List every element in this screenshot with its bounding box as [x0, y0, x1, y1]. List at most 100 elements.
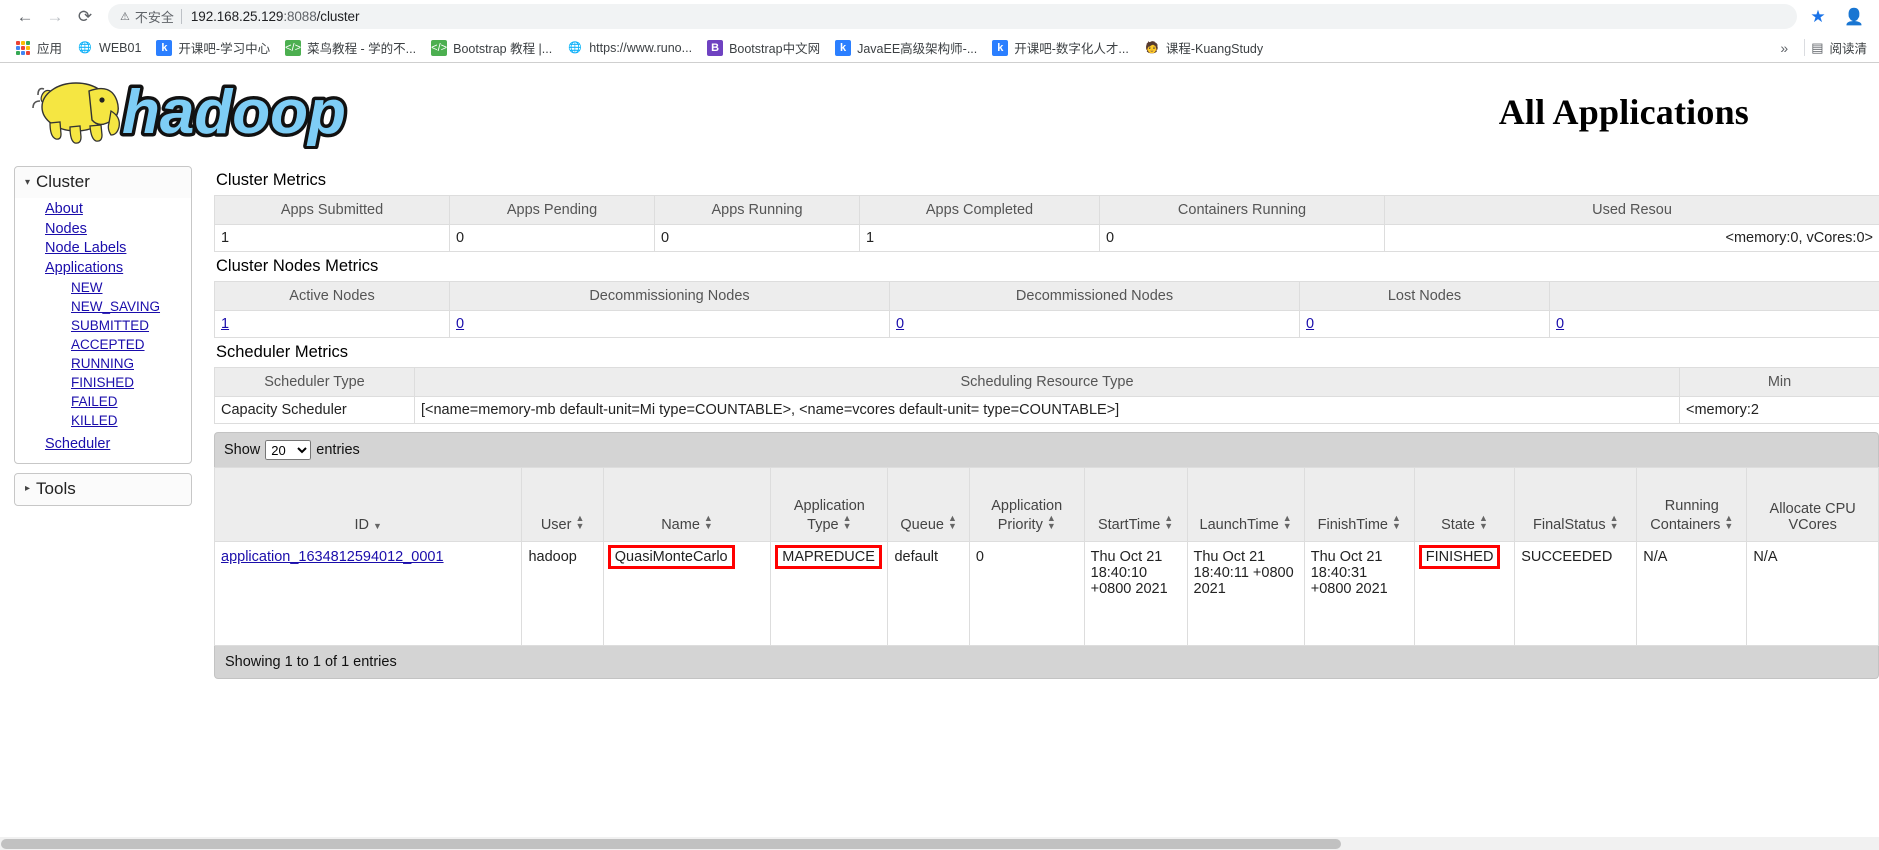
- bookmark-runoob-url[interactable]: 🌐 https://www.runo...: [560, 38, 699, 58]
- col-queue[interactable]: Queue ▲ ▼: [887, 467, 970, 542]
- unhealthy-nodes-link[interactable]: 0: [1556, 316, 1564, 332]
- hadoop-logo[interactable]: hadoop hadoop: [14, 71, 394, 149]
- cell-running-containers: N/A: [1636, 541, 1748, 646]
- cluster-metrics-title: Cluster Metrics: [216, 171, 327, 189]
- col-id[interactable]: ID ▼: [213, 467, 523, 542]
- applications-table-wrapper: Show 20 50 100 entries ID▼: [213, 432, 1879, 679]
- bookmark-web01[interactable]: 🌐 WEB01: [70, 38, 148, 58]
- sidebar-cluster-header[interactable]: ▾ Cluster: [15, 167, 191, 198]
- col-scheduler-type: Scheduler Type: [214, 367, 415, 397]
- sidebar-item-applications[interactable]: Applications: [15, 259, 191, 279]
- entries-label: entries: [316, 442, 360, 458]
- cell-id[interactable]: application_1634812594012_0001: [213, 541, 523, 646]
- decommissioning-nodes-link[interactable]: 0: [456, 316, 464, 332]
- highlight-box-application-type: MAPREDUCE: [775, 545, 882, 569]
- bookmark-apps[interactable]: 应用: [8, 36, 69, 59]
- col-allocated-cpu-vcores[interactable]: Allocate CPU VCores: [1746, 467, 1879, 542]
- bookmark-javaee-architect[interactable]: k JavaEE高级架构师-...: [828, 36, 984, 59]
- col-application-priority[interactable]: Application Priority ▲ ▼: [968, 467, 1085, 542]
- active-nodes-link[interactable]: 1: [221, 316, 229, 332]
- bookmark-star-icon[interactable]: ★: [1803, 7, 1833, 27]
- cell-containers-running: 0: [1099, 224, 1385, 252]
- horizontal-scrollbar[interactable]: [0, 837, 1879, 850]
- bookmark-kaikeba-study[interactable]: k 开课吧-学习中心: [149, 36, 277, 59]
- cell-apps-completed: 1: [859, 224, 1100, 252]
- bookmark-bootstrap-tutorial[interactable]: </> Bootstrap 教程 |...: [424, 36, 559, 59]
- sidebar-item-state-finished[interactable]: FINISHED: [15, 373, 191, 392]
- lost-nodes-link[interactable]: 0: [1306, 316, 1314, 332]
- col-minimum-allocation: Min: [1679, 367, 1879, 397]
- table-row: 1 0 0 0 0: [214, 310, 1879, 338]
- col-finishtime[interactable]: FinishTime ▲ ▼: [1303, 467, 1415, 542]
- sidebar-item-state-killed[interactable]: KILLED: [15, 411, 191, 430]
- kaikeba-icon: k: [156, 39, 173, 56]
- cell-lost-nodes[interactable]: 0: [1299, 310, 1550, 338]
- reading-list-button[interactable]: ▤ 阅读清: [1811, 38, 1867, 57]
- sidebar-item-node-labels[interactable]: Node Labels: [15, 239, 191, 259]
- cell-application-priority: 0: [968, 541, 1085, 646]
- sidebar-item-scheduler[interactable]: Scheduler: [15, 435, 191, 455]
- bookmarks-overflow-icon[interactable]: »: [1770, 40, 1798, 56]
- security-status-label[interactable]: 不安全: [135, 7, 174, 26]
- profile-avatar-icon[interactable]: 👤: [1843, 5, 1865, 28]
- horizontal-scrollbar-thumb[interactable]: [1, 839, 1341, 849]
- cell-decommissioned-nodes[interactable]: 0: [889, 310, 1300, 338]
- sidebar-item-nodes[interactable]: Nodes: [15, 220, 191, 240]
- sidebar-item-state-new-saving[interactable]: NEW_SAVING: [15, 297, 191, 316]
- cell-apps-submitted: 1: [214, 224, 450, 252]
- cell-scheduling-resource-type: [<name=memory-mb default-unit=Mi type=CO…: [414, 396, 1680, 424]
- col-name[interactable]: Name ▲ ▼: [602, 467, 772, 542]
- sidebar-panel-tools[interactable]: ▸ Tools: [14, 472, 192, 506]
- col-application-type[interactable]: Application Type ▲ ▼: [770, 467, 889, 542]
- application-id-link[interactable]: application_1634812594012_0001: [221, 549, 444, 565]
- sort-descending-icon: ▼: [373, 521, 382, 531]
- page-length-select[interactable]: 20 50 100: [265, 440, 312, 460]
- url-text: 192.168.25.129:8088/cluster: [191, 9, 360, 24]
- col-finalstatus[interactable]: FinalStatus ▲ ▼: [1514, 467, 1638, 542]
- col-apps-completed: Apps Completed: [859, 195, 1100, 225]
- forward-icon[interactable]: →: [40, 2, 70, 32]
- col-state[interactable]: State ▲ ▼: [1413, 467, 1516, 542]
- sidebar-item-state-running[interactable]: RUNNING: [15, 354, 191, 373]
- sort-icon: ▲ ▼: [842, 513, 852, 531]
- cell-unhealthy-nodes[interactable]: 0: [1549, 310, 1879, 338]
- cell-finishtime: Thu Oct 21 18:40:31 +0800 2021: [1303, 541, 1415, 646]
- col-label: FinishTime: [1317, 517, 1388, 533]
- cell-active-nodes[interactable]: 1: [214, 310, 450, 338]
- show-label: Show: [224, 442, 261, 458]
- sidebar-item-state-accepted[interactable]: ACCEPTED: [15, 335, 191, 354]
- table-row: 1 0 0 1 0 <memory:0, vCores:0>: [214, 224, 1879, 252]
- reload-icon[interactable]: ⟳: [70, 2, 100, 32]
- bookmark-runoob[interactable]: </> 菜鸟教程 - 学的不...: [278, 36, 423, 59]
- cell-launchtime: Thu Oct 21 18:40:11 +0800 2021: [1186, 541, 1305, 646]
- col-launchtime[interactable]: LaunchTime ▲ ▼: [1186, 467, 1305, 542]
- col-apps-running: Apps Running: [654, 195, 860, 225]
- sidebar-item-about[interactable]: About: [15, 200, 191, 220]
- sort-icon: ▲ ▼: [1724, 513, 1734, 531]
- sidebar-item-state-new[interactable]: NEW: [15, 278, 191, 297]
- col-starttime[interactable]: StartTime ▲ ▼: [1083, 467, 1188, 542]
- omnibox-divider: [180, 9, 182, 24]
- col-user[interactable]: User ▲ ▼: [521, 467, 604, 542]
- sidebar-tools-header[interactable]: ▸ Tools: [15, 473, 191, 505]
- col-running-containers[interactable]: Running Containers ▲ ▼: [1636, 467, 1748, 542]
- cluster-metrics-table: Apps Submitted Apps Pending Apps Running…: [214, 195, 1879, 252]
- sidebar-item-state-failed[interactable]: FAILED: [15, 392, 191, 411]
- applications-table: ID ▼ User ▲ ▼ Name ▲ ▼ Application Type ▲ ▼ Que…: [213, 467, 1879, 646]
- datatable-length-controls: Show 20 50 100 entries: [214, 432, 1879, 467]
- bookmark-bootstrap-cn[interactable]: B Bootstrap中文网: [700, 36, 827, 59]
- sort-icon: ▲ ▼: [575, 513, 585, 531]
- col-label: StartTime: [1097, 517, 1161, 533]
- cell-state: FINISHED: [1413, 541, 1516, 646]
- bookmark-kuangstudy[interactable]: 🧑 课程-KuangStudy: [1137, 36, 1270, 59]
- cell-decommissioning-nodes[interactable]: 0: [449, 310, 890, 338]
- address-bar[interactable]: ⚠ 不安全 192.168.25.129:8088/cluster: [108, 4, 1797, 29]
- url-port: :8088: [283, 9, 317, 24]
- sidebar-item-state-submitted[interactable]: SUBMITTED: [15, 316, 191, 335]
- bookmark-label: 菜鸟教程 - 学的不...: [307, 42, 417, 56]
- yarn-resourcemanager-page: hadoop hadoop All Applications ▾ Cluster…: [0, 63, 1879, 850]
- decommissioned-nodes-link[interactable]: 0: [896, 316, 904, 332]
- page-title: All Applications: [1498, 92, 1749, 132]
- back-icon[interactable]: ←: [10, 2, 40, 32]
- bookmark-kaikeba-digital[interactable]: k 开课吧-数字化人才...: [985, 36, 1136, 59]
